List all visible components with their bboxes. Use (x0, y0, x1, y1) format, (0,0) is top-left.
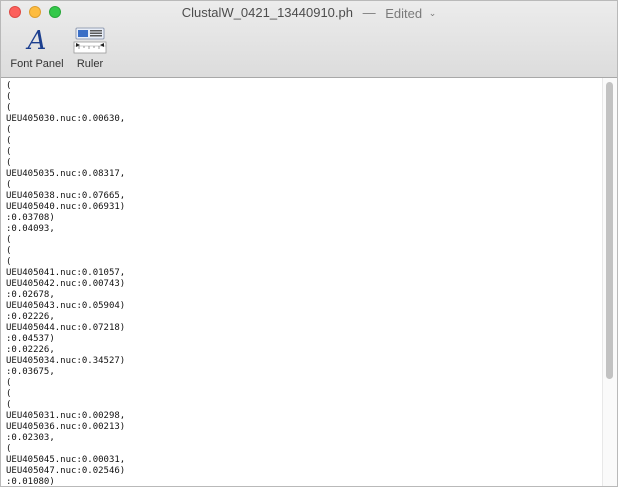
text-line: ( (6, 103, 12, 113)
text-line: :0.03708) (6, 213, 55, 223)
text-line: UEU405030.nuc:0.00630, (6, 114, 126, 124)
text-line: UEU405043.nuc:0.05904) (6, 301, 126, 311)
chevron-down-icon: ⌄ (428, 7, 437, 18)
text-line: ( (6, 246, 12, 256)
text-line: UEU405044.nuc:0.07218) (6, 323, 126, 333)
text-line: UEU405045.nuc:0.00031, (6, 455, 126, 465)
text-line: UEU405042.nuc:0.00743) (6, 279, 126, 289)
text-line: UEU405040.nuc:0.06931) (6, 202, 126, 212)
text-line: ( (6, 257, 12, 267)
title-separator: — (362, 5, 376, 21)
text-line: ( (6, 125, 12, 135)
text-line: UEU405034.nuc:0.34527) (6, 356, 126, 366)
text-line: ( (6, 235, 12, 245)
textedit-window: ClustalW_0421_13440910.ph — Edited ⌄ A F… (0, 0, 618, 487)
text-line: :0.03675, (6, 367, 55, 377)
text-line: UEU405036.nuc:0.00213) (6, 422, 126, 432)
text-line: :0.04537) (6, 334, 55, 344)
text-line: ( (6, 158, 12, 168)
text-line: :0.02678, (6, 290, 55, 300)
text-line: UEU405047.nuc:0.02546) (6, 466, 126, 476)
document-status-menu[interactable]: Edited ⌄ (385, 5, 437, 21)
text-line: ( (6, 81, 12, 91)
text-line: ( (6, 400, 12, 410)
document-text-area[interactable]: (((UEU405030.nuc:0.00630,((((UEU405035.n… (1, 78, 603, 486)
text-line: UEU405038.nuc:0.07665, (6, 191, 126, 201)
edited-status: Edited (385, 5, 423, 21)
ruler-icon (73, 27, 107, 54)
text-line: UEU405041.nuc:0.01057, (6, 268, 126, 278)
text-line: :0.02226, (6, 312, 55, 322)
text-line: UEU405031.nuc:0.00298, (6, 411, 126, 421)
text-line: ( (6, 180, 12, 190)
window-title-area: ClustalW_0421_13440910.ph — Edited ⌄ (1, 4, 617, 21)
scrollbar-thumb[interactable] (606, 82, 613, 379)
text-line: ( (6, 389, 12, 399)
text-line: UEU405035.nuc:0.08317, (6, 169, 126, 179)
text-line: :0.04093, (6, 224, 55, 234)
text-line: ( (6, 147, 12, 157)
text-line: ( (6, 378, 12, 388)
text-line: ( (6, 136, 12, 146)
window-title: ClustalW_0421_13440910.ph (181, 5, 353, 21)
text-line: ( (6, 444, 12, 454)
text-line: ( (6, 92, 12, 102)
text-line: :0.02226, (6, 345, 55, 355)
text-line: :0.02303, (6, 433, 55, 443)
vertical-scrollbar[interactable] (602, 78, 617, 486)
title-bar[interactable]: ClustalW_0421_13440910.ph — Edited ⌄ A F… (1, 1, 617, 78)
ruler-button[interactable]: Ruler (59, 26, 121, 70)
text-line: :0.01080) (6, 477, 55, 486)
ruler-label: Ruler (76, 58, 104, 70)
